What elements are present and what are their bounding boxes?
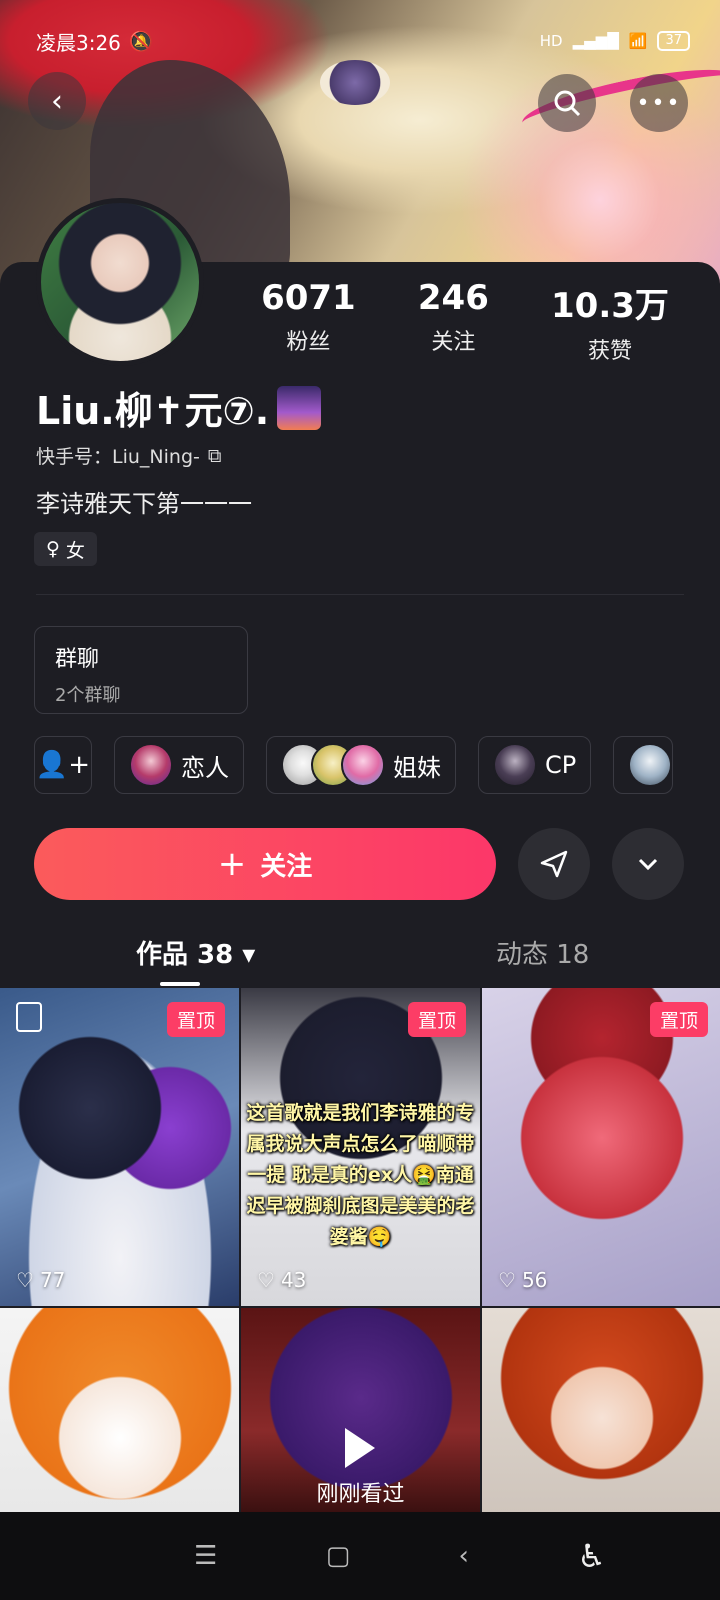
play-icon <box>345 1428 375 1468</box>
relation-sisters[interactable]: 姐妹 <box>266 736 456 794</box>
tab-moments[interactable]: 动态 18 <box>496 934 589 971</box>
work-item[interactable]: 置顶 ♡ 77 <box>0 988 239 1306</box>
more-button[interactable]: ••• <box>630 74 688 132</box>
tab-label: 动态 18 <box>496 940 590 970</box>
stat-label: 粉丝 <box>286 330 331 355</box>
group-chat-title: 群聊 <box>55 647 100 672</box>
avatar <box>129 743 173 787</box>
image-icon <box>16 1002 42 1032</box>
search-button[interactable] <box>538 74 596 132</box>
copy-icon[interactable]: ⧉ <box>208 445 222 467</box>
stat-following[interactable]: 246 关注 <box>418 278 489 365</box>
add-user-icon: 👤+ <box>35 750 91 780</box>
relation-label: CP <box>545 751 577 779</box>
tab-underline <box>160 982 200 986</box>
follow-button[interactable]: + 关注 <box>34 828 496 900</box>
heart-icon: ♡ <box>16 1268 34 1292</box>
follow-label: 关注 <box>260 851 313 882</box>
recently-viewed-label: 刚刚看过 <box>316 1482 405 1507</box>
back-button[interactable]: ‹ <box>28 72 86 130</box>
relation-chips: 👤+ 恋人 姐妹 CP <box>34 736 720 794</box>
avatar[interactable] <box>36 198 204 366</box>
likes-value: 56 <box>521 1268 548 1292</box>
tab-label: 作品 38 <box>136 940 234 970</box>
like-count: ♡ 43 <box>257 1268 306 1292</box>
works-grid: 置顶 ♡ 77 置顶 这首歌就是我们李诗雅的专属我说大声点怎么了喵顺带一提 耽是真… <box>0 988 720 1513</box>
gender-label: 女 <box>65 539 85 562</box>
avatar <box>341 743 385 787</box>
stat-likes[interactable]: 10.3万 获赞 <box>551 278 669 365</box>
like-count: ♡ 77 <box>16 1268 65 1292</box>
profile-name-text: Liu.柳✝元⑦. <box>36 389 270 433</box>
wifi-icon: 📶 <box>628 32 648 50</box>
relation-label: 姐妹 <box>393 753 441 782</box>
status-bar: 凌晨3:26 🔕 HD ▂▄▆█ 📶 37 <box>36 26 690 56</box>
stat-value: 246 <box>417 278 489 318</box>
work-item[interactable]: 置顶 这首歌就是我们李诗雅的专属我说大声点怎么了喵顺带一提 耽是真的ex人🤮南通… <box>241 988 480 1306</box>
system-nav-bar: ☰ ▢ ‹ ♿ <box>0 1512 720 1600</box>
status-time: 凌晨3:26 <box>36 30 121 55</box>
group-chat-card[interactable]: 群聊 2个群聊 <box>34 626 248 714</box>
battery-indicator: 37 <box>657 31 690 51</box>
work-item[interactable] <box>482 1308 720 1513</box>
plus-icon: + <box>217 844 247 884</box>
home-icon[interactable]: ▢ <box>326 1541 351 1571</box>
avatar <box>493 743 537 787</box>
cover-eye <box>320 60 390 105</box>
relation-more[interactable] <box>613 736 674 794</box>
relation-lover[interactable]: 恋人 <box>114 736 244 794</box>
pinned-badge: 置顶 <box>407 1002 466 1037</box>
stat-value: 6071 <box>261 278 356 318</box>
signal-icon: ▂▄▆█ <box>572 32 619 50</box>
stat-label: 获赞 <box>587 339 632 364</box>
heart-icon: ♡ <box>498 1268 516 1292</box>
stat-value: 10.3万 <box>551 286 669 326</box>
kuaishou-id-row: 快手号：Liu_Ning- ⧉ <box>36 442 221 469</box>
mute-icon: 🔕 <box>128 29 154 53</box>
send-icon <box>540 850 568 878</box>
female-icon: ♀ <box>46 538 60 560</box>
divider <box>36 594 684 595</box>
profile-name: Liu.柳✝元⑦. <box>36 380 322 435</box>
back-nav-icon[interactable]: ‹ <box>459 1541 469 1571</box>
tab-works[interactable]: 作品 38 ▾ <box>136 934 255 971</box>
profile-bio: 李诗雅天下第一一一 <box>36 490 252 518</box>
profile-stats: 6071 粉丝 246 关注 10.3万 获赞 <box>230 278 700 365</box>
likes-value: 43 <box>280 1268 307 1292</box>
work-item[interactable]: 刚刚看过 <box>241 1308 480 1513</box>
chevron-down-icon <box>638 858 658 871</box>
work-caption: 这首歌就是我们李诗雅的专属我说大声点怎么了喵顺带一提 耽是真的ex人🤮南通迟早被… <box>246 1102 475 1248</box>
pinned-badge: 置顶 <box>649 1002 708 1037</box>
menu-icon[interactable]: ☰ <box>194 1541 217 1571</box>
content-tabs: 作品 38 ▾ 动态 18 <box>0 934 720 984</box>
stat-label: 关注 <box>431 330 476 355</box>
avatar <box>628 743 673 787</box>
kuaishou-id: 快手号：Liu_Ning- <box>36 446 200 468</box>
heart-icon: ♡ <box>257 1268 275 1292</box>
likes-value: 77 <box>39 1268 66 1292</box>
stat-followers[interactable]: 6071 粉丝 <box>261 278 356 365</box>
work-item[interactable]: 置顶 ♡ 56 <box>482 988 720 1306</box>
group-chat-count: 2个群聊 <box>55 685 121 706</box>
add-relation-button[interactable]: 👤+ <box>34 736 92 794</box>
city-night-icon <box>277 385 322 430</box>
accessibility-icon[interactable]: ♿ <box>577 1537 606 1575</box>
gender-badge: ♀ 女 <box>34 532 97 566</box>
relation-label: 恋人 <box>181 753 229 782</box>
pinned-badge: 置顶 <box>166 1002 225 1037</box>
caret-down-icon: ▾ <box>242 940 256 970</box>
relation-cp[interactable]: CP <box>478 736 592 794</box>
message-button[interactable] <box>518 828 590 900</box>
expand-button[interactable] <box>612 828 684 900</box>
back-icon: ‹ <box>51 83 63 119</box>
work-item[interactable] <box>0 1308 239 1513</box>
like-count: ♡ 56 <box>498 1268 547 1292</box>
search-icon <box>554 90 581 117</box>
more-icon: ••• <box>636 90 682 116</box>
network-label: HD <box>539 32 563 50</box>
